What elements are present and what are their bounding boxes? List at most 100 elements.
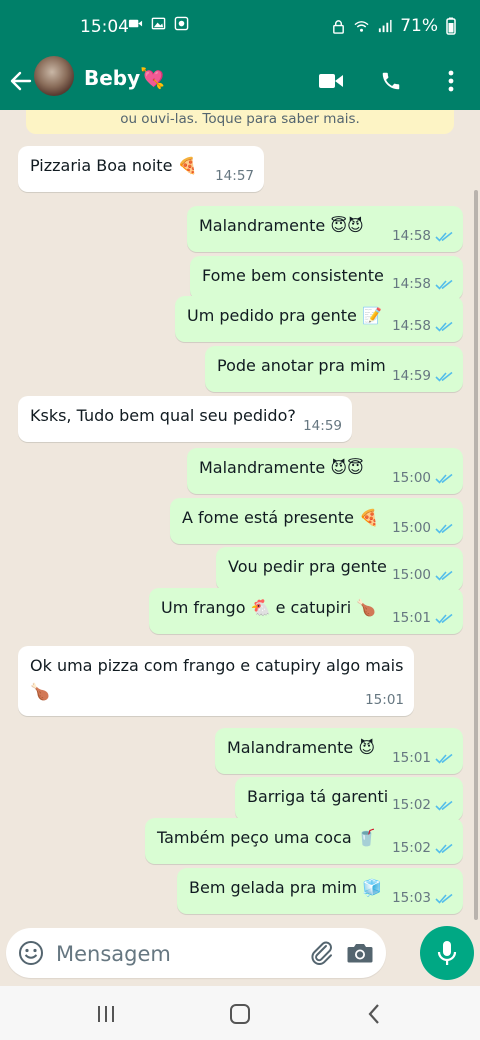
message-time: 14:58: [392, 276, 431, 292]
message-time: 15:03: [392, 890, 431, 906]
message-time: 14:57: [215, 168, 254, 184]
video-icon: [128, 19, 143, 28]
message-incoming[interactable]: Ksks, Tudo bem qual seu pedido? 14:59: [18, 396, 352, 442]
more-options-button[interactable]: [436, 66, 466, 96]
message-text: Pode anotar pra mim: [217, 356, 386, 375]
message-text: Um pedido pra gente 📝: [187, 306, 382, 325]
voice-message-button[interactable]: [420, 926, 474, 980]
read-ticks-icon: [435, 800, 453, 811]
more-icon: [448, 70, 454, 92]
read-ticks-icon: [435, 371, 453, 382]
status-bar: 15:04 71%: [0, 0, 480, 54]
message-text: Bem gelada pra mim 🧊: [189, 878, 383, 897]
message-outgoing[interactable]: Vou pedir pra gente 15:00: [216, 547, 463, 591]
read-ticks-icon: [435, 843, 453, 854]
message-time: 15:01: [365, 692, 404, 708]
read-ticks-icon: [435, 570, 453, 581]
message-time: 14:59: [303, 418, 342, 434]
chat-header: Beby💘: [0, 54, 480, 110]
message-text: Fome bem consistente: [202, 266, 384, 285]
battery-icon: [446, 17, 456, 35]
paperclip-icon: [311, 941, 332, 965]
header-actions: [316, 66, 466, 96]
encryption-notice[interactable]: ou ouvi-las. Toque para saber mais.: [26, 110, 454, 134]
lock-icon: [333, 19, 345, 34]
message-text: Barriga tá garenti: [247, 787, 389, 806]
phone-button[interactable]: [376, 66, 406, 96]
message-text: A fome está presente 🍕: [182, 508, 379, 527]
message-time: 14:58: [392, 228, 431, 244]
home-icon: [230, 1004, 250, 1024]
message-composer: [6, 928, 386, 980]
recent-apps-button[interactable]: [92, 1000, 120, 1028]
message-text: Ok uma pizza com frango e catupiry algo …: [30, 656, 404, 675]
message-time: 15:02: [392, 840, 431, 856]
message-outgoing[interactable]: Malandramente 😈😇 15:00: [187, 448, 463, 494]
emoji-button[interactable]: [18, 940, 44, 966]
status-time: 15:04: [80, 17, 129, 37]
status-icons-left: [128, 16, 189, 31]
message-time: 14:58: [392, 318, 431, 334]
message-time: 15:01: [392, 750, 431, 766]
home-button[interactable]: [226, 1000, 254, 1028]
chat-area[interactable]: ou ouvi-las. Toque para saber mais. Pizz…: [0, 110, 480, 925]
message-time: 15:00: [392, 470, 431, 486]
read-ticks-icon: [435, 893, 453, 904]
message-outgoing[interactable]: Malandramente 😇😈 14:58: [187, 206, 463, 252]
message-outgoing[interactable]: A fome está presente 🍕 15:00: [170, 498, 463, 544]
message-text: Malandramente 😈😇: [199, 458, 364, 477]
contact-name[interactable]: Beby💘: [84, 66, 165, 90]
arrow-left-icon: [10, 71, 32, 91]
read-ticks-icon: [435, 231, 453, 242]
back-nav-button[interactable]: [360, 1000, 388, 1028]
read-ticks-icon: [435, 279, 453, 290]
message-outgoing[interactable]: Fome bem consistente 14:58: [190, 256, 463, 300]
camera-icon: [347, 944, 373, 963]
message-outgoing[interactable]: Malandramente 😈 15:01: [215, 728, 463, 774]
message-outgoing[interactable]: Pode anotar pra mim 14:59: [205, 346, 463, 392]
recent-apps-icon: [98, 1006, 114, 1022]
message-time: 15:01: [392, 610, 431, 626]
video-call-button[interactable]: [316, 66, 346, 96]
phone-icon: [382, 72, 400, 90]
back-button[interactable]: [6, 64, 36, 98]
read-ticks-icon: [435, 753, 453, 764]
signal-icon: [379, 19, 392, 32]
message-text-line2: 🍗: [30, 682, 50, 701]
attach-button[interactable]: [308, 939, 336, 967]
read-ticks-icon: [435, 473, 453, 484]
read-ticks-icon: [435, 523, 453, 534]
chat-scrollbar[interactable]: [474, 190, 478, 920]
record-icon: [174, 16, 189, 31]
message-outgoing[interactable]: Barriga tá garenti 15:02: [235, 777, 463, 821]
wifi-icon: [354, 20, 369, 32]
message-outgoing[interactable]: Um frango 🐔 e catupiri 🍗 15:01: [149, 588, 463, 634]
video-call-icon: [319, 74, 343, 88]
message-text: Malandramente 😇😈: [199, 216, 364, 235]
message-text: Também peço uma coca 🥤: [157, 828, 377, 847]
read-ticks-icon: [435, 321, 453, 332]
message-input[interactable]: [54, 928, 308, 980]
message-outgoing[interactable]: Também peço uma coca 🥤 15:02: [145, 818, 463, 864]
message-incoming[interactable]: Ok uma pizza com frango e catupiry algo …: [18, 646, 414, 716]
message-time: 14:59: [392, 368, 431, 384]
message-time: 15:00: [392, 520, 431, 536]
message-incoming[interactable]: Pizzaria Boa noite 🍕 14:57: [18, 146, 264, 192]
emoji-icon: [19, 941, 43, 965]
message-text: Ksks, Tudo bem qual seu pedido?: [30, 406, 296, 425]
avatar[interactable]: [34, 56, 74, 96]
microphone-icon: [437, 941, 457, 965]
camera-button[interactable]: [346, 940, 374, 966]
message-time: 15:02: [392, 797, 431, 813]
message-text: Um frango 🐔 e catupiri 🍗: [161, 598, 377, 617]
status-icons-right: 71%: [331, 16, 456, 36]
system-navigation-bar: [0, 986, 480, 1040]
message-text: Pizzaria Boa noite 🍕: [30, 156, 198, 175]
read-ticks-icon: [435, 613, 453, 624]
message-text: Malandramente 😈: [227, 738, 375, 757]
message-text: Vou pedir pra gente: [228, 557, 387, 576]
chevron-left-icon: [368, 1004, 379, 1024]
message-outgoing[interactable]: Um pedido pra gente 📝 14:58: [175, 296, 463, 342]
message-time: 15:00: [392, 567, 431, 583]
message-outgoing[interactable]: Bem gelada pra mim 🧊 15:03: [177, 868, 463, 914]
